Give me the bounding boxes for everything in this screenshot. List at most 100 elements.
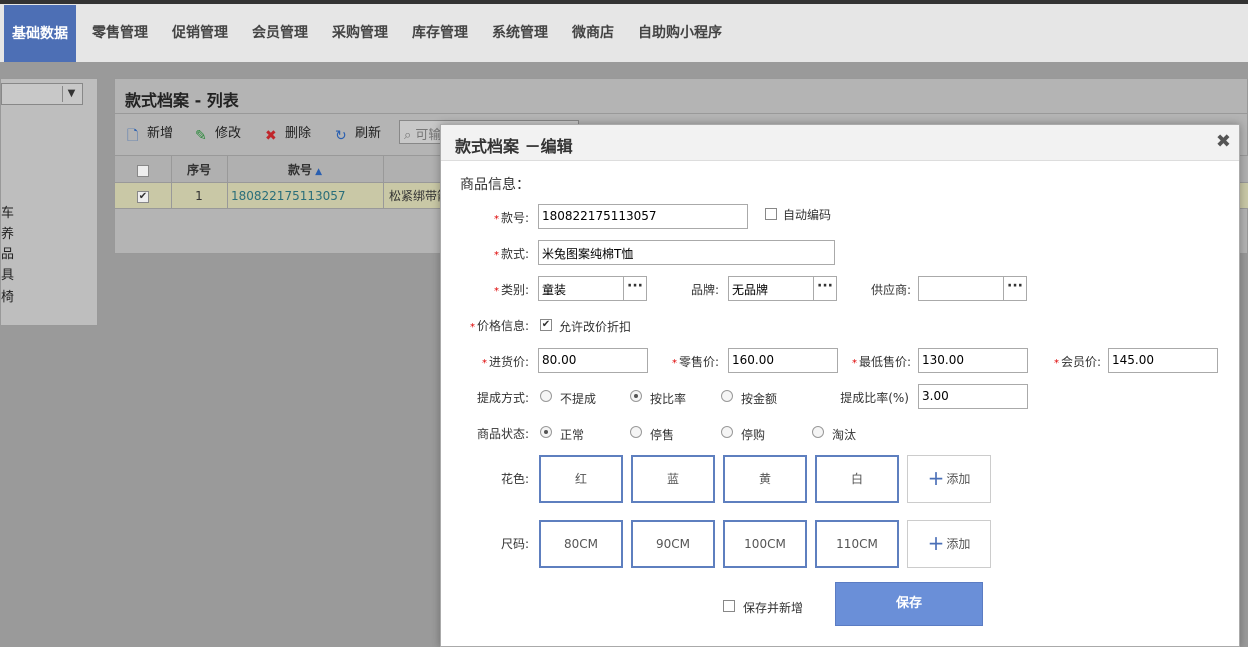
size-tile[interactable]: 80CM (539, 520, 623, 568)
color-label: 花色: (500, 472, 529, 486)
size-label: 尺码: (500, 537, 529, 551)
delete-button[interactable]: ✖ 删除 (265, 122, 311, 144)
member-price-label: * 会员价: (1053, 355, 1101, 369)
nav-member[interactable]: 会员管理 (244, 4, 316, 62)
purchase-price-label: * 进货价: (481, 355, 529, 369)
save-button[interactable]: 保存 (835, 582, 983, 626)
edit-icon: ✎ (195, 128, 207, 144)
commission-rate-radio[interactable] (630, 390, 642, 402)
allow-discount-checkbox[interactable]: ✔ (540, 319, 552, 331)
commission-rate-option-label: 按比率 (650, 392, 687, 406)
code-label: * 款号: (493, 211, 529, 225)
sidebar-item[interactable]: 品 (1, 243, 14, 262)
brand-picker-button[interactable]: ··· (813, 276, 837, 301)
supplier-picker-button[interactable]: ··· (1003, 276, 1027, 301)
category-input[interactable]: 童装 (538, 276, 624, 301)
min-price-label: * 最低售价: (851, 355, 911, 369)
supplier-label: 供应商: (870, 283, 911, 297)
sidebar-item[interactable]: 养 (1, 223, 14, 242)
auto-code-checkbox[interactable] (765, 208, 777, 220)
commission-none-label: 不提成 (560, 392, 597, 406)
nav-basic-data[interactable]: 基础数据 (4, 5, 76, 62)
add-button[interactable]: 🗋 新增 (127, 122, 174, 144)
brand-label: 品牌: (690, 283, 719, 297)
price-info-label: * 价格信息: (469, 319, 529, 333)
price-info-label-text: 价格信息: (476, 319, 529, 333)
commission-rate-label: 提成比率(%) (840, 391, 909, 405)
add-size-label: 添加 (946, 537, 971, 551)
save-and-new-checkbox[interactable] (723, 600, 735, 612)
section-label: 商品信息： (460, 177, 530, 193)
left-select[interactable]: ▼ (1, 83, 83, 105)
color-tile[interactable]: 蓝 (631, 455, 715, 503)
row-checkbox[interactable]: ✔ (137, 183, 149, 209)
sidebar-item[interactable]: 车 (1, 202, 14, 221)
sidebar-item[interactable]: 具 (1, 264, 14, 283)
retail-price-input[interactable]: 160.00 (728, 348, 838, 373)
status-normal-label: 正常 (560, 428, 585, 442)
category-picker-button[interactable]: ··· (623, 276, 647, 301)
list-title: 款式档案 - 列表 (125, 91, 239, 110)
color-tile[interactable]: 白 (815, 455, 899, 503)
size-tile[interactable]: 90CM (631, 520, 715, 568)
search-icon: ⌕ (404, 128, 412, 143)
style-label: * 款式: (493, 247, 529, 261)
code-input[interactable]: 180822175113057 (538, 204, 748, 229)
row-code: 180822175113057 (231, 189, 346, 203)
add-doc-icon: 🗋 (127, 128, 139, 144)
status-label: 商品状态: (476, 427, 529, 441)
header-seq: 序号 (186, 163, 211, 177)
commission-rate-input[interactable]: 3.00 (918, 384, 1028, 409)
nav-purchase[interactable]: 采购管理 (324, 4, 396, 62)
nav-retail[interactable]: 零售管理 (84, 4, 156, 62)
size-tile[interactable]: 100CM (723, 520, 807, 568)
status-normal-radio[interactable] (540, 426, 552, 438)
status-stop-purchase-radio[interactable] (721, 426, 733, 438)
status-stop-sale-radio[interactable] (630, 426, 642, 438)
color-tile[interactable]: 黄 (723, 455, 807, 503)
brand-input[interactable]: 无品牌 (728, 276, 814, 301)
nav-inventory[interactable]: 库存管理 (404, 4, 476, 62)
min-price-input[interactable]: 130.00 (918, 348, 1028, 373)
style-input[interactable]: 米兔图案纯棉T恤 (538, 240, 835, 265)
style-label-text: 款式: (500, 247, 529, 261)
dialog-title: 款式档案 －编辑 (455, 137, 573, 156)
nav-mini-program[interactable]: 自助购小程序 (630, 4, 730, 62)
member-price-input[interactable]: 145.00 (1108, 348, 1218, 373)
member-price-label-text: 会员价: (1060, 355, 1101, 369)
refresh-button[interactable]: ↻ 刷新 (335, 122, 381, 144)
category-label-text: 类别: (500, 283, 529, 297)
commission-amount-radio[interactable] (721, 390, 733, 402)
nav-promotion[interactable]: 促销管理 (164, 4, 236, 62)
edit-button[interactable]: ✎ 修改 (195, 122, 241, 144)
add-color-button[interactable]: + 添加 (907, 455, 991, 503)
left-sidebar: ▼ 车 养 品 具 椅 (0, 78, 98, 326)
add-label: 新增 (147, 126, 174, 141)
add-size-button[interactable]: + 添加 (907, 520, 991, 568)
color-tile[interactable]: 红 (539, 455, 623, 503)
plus-icon: + (927, 466, 945, 490)
purchase-price-label-text: 进货价: (488, 355, 529, 369)
search-placeholder: 可输 (415, 128, 442, 143)
close-icon[interactable]: ✖ (1216, 131, 1231, 152)
nav-micro-store[interactable]: 微商店 (564, 4, 622, 62)
header-code-label: 款号 (287, 163, 312, 177)
category-label: * 类别: (493, 283, 529, 297)
select-all-checkbox[interactable] (137, 164, 149, 177)
purchase-price-input[interactable]: 80.00 (538, 348, 648, 373)
top-nav: 基础数据 零售管理 促销管理 会员管理 采购管理 库存管理 系统管理 微商店 自… (0, 0, 1248, 62)
header-code[interactable]: 款号 ▲ (227, 156, 383, 184)
retail-price-label: * 零售价: (671, 355, 719, 369)
size-tile[interactable]: 110CM (815, 520, 899, 568)
supplier-input[interactable] (918, 276, 1004, 301)
nav-system[interactable]: 系统管理 (484, 4, 556, 62)
refresh-label: 刷新 (355, 126, 382, 141)
sidebar-item[interactable]: 椅 (1, 286, 14, 305)
delete-label: 删除 (285, 126, 312, 141)
header-checkbox-cell[interactable] (115, 156, 171, 184)
refresh-icon: ↻ (335, 128, 347, 144)
commission-none-radio[interactable] (540, 390, 552, 402)
status-obsolete-radio[interactable] (812, 426, 824, 438)
status-obsolete-label: 淘汰 (832, 428, 857, 442)
allow-discount-label: 允许改价折扣 (559, 320, 632, 334)
